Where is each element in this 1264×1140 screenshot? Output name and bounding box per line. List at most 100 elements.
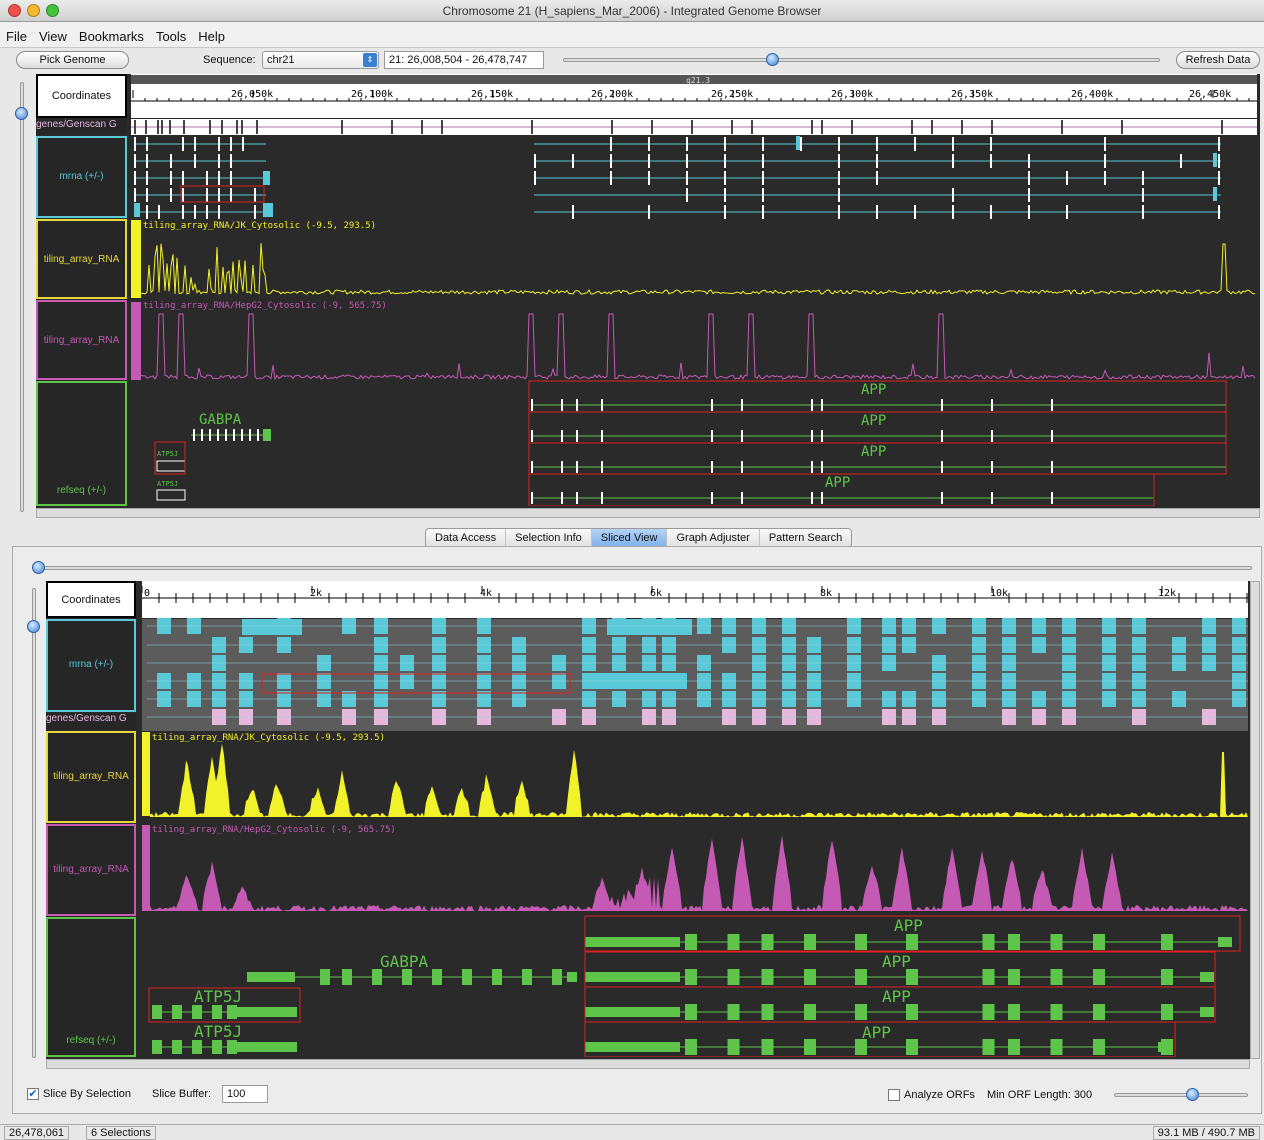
select-arrows-icon: ⇕ (363, 53, 377, 67)
sliced-refseq-exon (685, 969, 697, 985)
mrna-exon (686, 154, 688, 168)
menu-view[interactable]: View (33, 22, 73, 44)
sliced-refseq-exon (152, 1040, 162, 1054)
track-name-mrna[interactable]: mrna (+/-) (36, 136, 127, 218)
slice-by-selection-checkbox[interactable]: ✔ (27, 1088, 39, 1100)
top-tracks-canvas[interactable]: q21.3 26,050k 26,100k 26,150k 26,200k 26… (131, 74, 1257, 506)
track-name-genscan[interactable]: genes/Genscan G (36, 119, 127, 134)
refseq-exon (156, 460, 186, 472)
sliced-refseq-exon (1008, 1004, 1020, 1020)
vertical-zoom-slider[interactable] (20, 82, 24, 512)
refseq-exon (821, 461, 823, 473)
genscan-exon (611, 120, 613, 134)
refseq-exon (811, 492, 813, 504)
track-name-refseq[interactable]: refseq (+/-) (36, 381, 127, 506)
analyze-orfs-label: Analyze ORFs (904, 1089, 975, 1101)
sliced-track-name-mrna[interactable]: mrna (+/-) (46, 619, 136, 712)
genscan-exon (751, 120, 753, 134)
mrna-exon (952, 205, 954, 219)
sliced-refseq-exon (1093, 969, 1105, 985)
track-name-tiling-hepg2[interactable]: tiling_array_RNA (36, 300, 127, 380)
genscan-exon (691, 120, 693, 134)
graph-color-bar (142, 732, 150, 816)
sequence-select[interactable]: chr21 ⇕ (262, 51, 379, 69)
menu-file[interactable]: File (0, 22, 33, 44)
genscan-exon (1121, 120, 1123, 134)
mrna-exon (952, 188, 954, 202)
sliced-refseq-exon (320, 969, 330, 985)
status-memory: 93.1 MB / 490.7 MB (1152, 1126, 1260, 1140)
min-orf-slider[interactable] (1114, 1093, 1248, 1097)
slice-buffer-input[interactable]: 100 (222, 1085, 268, 1103)
tab-sliced-view[interactable]: Sliced View (591, 529, 668, 547)
sliced-vertical-scrollbar[interactable] (1250, 581, 1260, 1059)
tab-pattern-search[interactable]: Pattern Search (760, 529, 851, 547)
vertical-zoom-knob[interactable] (15, 107, 28, 120)
min-orf-slider-knob[interactable] (1186, 1088, 1199, 1101)
sliced-track-name-refseq[interactable]: refseq (+/-) (46, 917, 136, 1057)
analyze-orfs-checkbox[interactable] (888, 1089, 900, 1101)
mrna-exon (1066, 171, 1068, 185)
genscan-exon (145, 120, 147, 134)
refseq-exon (257, 429, 259, 441)
genscan-exon (341, 120, 343, 134)
range-field[interactable]: 21: 26,008,504 - 26,478,747 (384, 51, 544, 69)
genscan-exon (157, 120, 159, 134)
sliced-vertical-knob[interactable] (27, 620, 40, 633)
sliced-zoom-slider[interactable] (44, 566, 1252, 570)
mrna-exon (1142, 171, 1144, 185)
mrna-exon (218, 154, 220, 168)
sliced-refseq-exon (1050, 934, 1063, 950)
genscan-exon (161, 120, 163, 134)
sliced-track-name-tiling-hepg2[interactable]: tiling_array_RNA (46, 824, 136, 916)
sliced-track-name-tiling-jk[interactable]: tiling_array_RNA (46, 731, 136, 823)
sliced-track-name-genscan[interactable]: genes/Genscan G (46, 713, 136, 730)
menu-help[interactable]: Help (192, 22, 231, 44)
mrna-exon (146, 137, 148, 151)
tick-label: 26,050k (231, 89, 273, 100)
menu-bookmarks[interactable]: Bookmarks (73, 22, 150, 44)
refseq-exon (561, 492, 563, 504)
sliced-horizontal-scrollbar[interactable] (46, 1059, 1250, 1069)
sliced-refseq-exon (761, 934, 774, 950)
sliced-refseq-exon (685, 1004, 697, 1020)
refseq-exon (601, 492, 603, 504)
tab-graph-adjuster[interactable]: Graph Adjuster (667, 529, 760, 547)
pick-genome-button[interactable]: Pick Genome (16, 51, 129, 69)
graph-color-bar (131, 302, 141, 380)
refresh-data-button[interactable]: Refresh Data (1176, 51, 1260, 69)
tick-label: 6k (650, 588, 662, 599)
mrna-exon (952, 137, 954, 151)
refseq-exon (711, 399, 713, 411)
tab-data-access[interactable]: Data Access (426, 529, 507, 547)
zoom-slider[interactable] (563, 58, 1160, 62)
mrna-exon (146, 188, 148, 202)
refseq-exon (576, 461, 578, 473)
tab-bar: Data Access Selection Info Sliced View G… (425, 528, 853, 548)
menu-bar: File View Bookmarks Tools Help (0, 22, 1264, 48)
mrna-exon (170, 171, 172, 185)
track-name-tiling-jk[interactable]: tiling_array_RNA (36, 219, 127, 299)
sliced-tracks-canvas[interactable]: 0 2k 4k 6k 8k 10k 12k tiling_array_RNA/J… (142, 581, 1248, 1057)
sliced-zoom-knob[interactable] (32, 561, 45, 574)
mrna-exon (254, 205, 256, 219)
zoom-slider-knob[interactable] (766, 53, 779, 66)
menu-tools[interactable]: Tools (150, 22, 192, 44)
mrna-exon (534, 154, 536, 168)
tick-label: 26,300k (831, 89, 873, 100)
refseq-exon (531, 399, 533, 411)
mrna-exon (724, 154, 726, 168)
gene-label-app: APP (862, 1023, 891, 1042)
refseq-exon (156, 489, 186, 501)
mrna-exon (1028, 205, 1030, 219)
genscan-exon (183, 120, 185, 134)
mrna-exon (218, 188, 220, 202)
min-orf-length-label: Min ORF Length: 300 (987, 1089, 1093, 1101)
mrna-exon (1218, 154, 1220, 168)
mrna-exon (724, 205, 726, 219)
sliced-refseq-exon (1008, 934, 1020, 950)
sliced-vertical-slider[interactable] (32, 588, 36, 1058)
tab-selection-info[interactable]: Selection Info (506, 529, 592, 547)
refseq-exon (249, 429, 251, 441)
top-horizontal-scrollbar[interactable] (36, 508, 1260, 518)
